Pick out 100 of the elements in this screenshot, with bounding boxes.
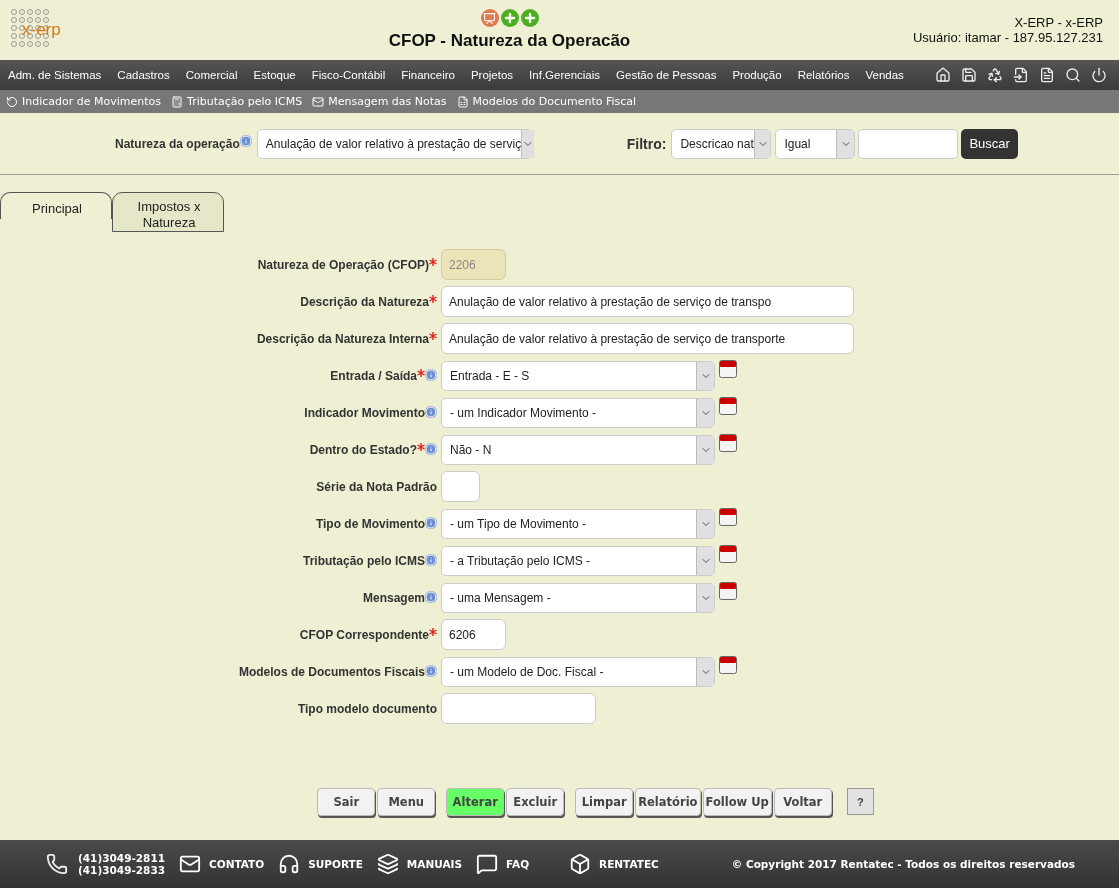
user-info: Usuário: itamar - 187.95.127.231 bbox=[912, 30, 1103, 45]
input-field[interactable]: 6206 bbox=[441, 619, 506, 650]
info-icon[interactable] bbox=[425, 442, 437, 455]
menu-item[interactable]: Inf.Gerenciais bbox=[529, 69, 609, 81]
calendar-icon[interactable] bbox=[719, 397, 737, 415]
system-name: X-ERP - x-ERP bbox=[1014, 15, 1103, 30]
input-field[interactable] bbox=[441, 471, 480, 502]
info-icon[interactable] bbox=[425, 516, 437, 529]
menu-item[interactable]: Vendas bbox=[865, 69, 912, 81]
menu-item[interactable]: Adm. de Sistemas bbox=[8, 69, 110, 81]
submenu-item[interactable]: Mensagem das Notas bbox=[312, 95, 447, 108]
action-button[interactable]: Menu bbox=[377, 788, 436, 816]
action-button[interactable]: Follow Up bbox=[702, 788, 772, 816]
envelope-icon bbox=[312, 95, 325, 108]
menu-item[interactable]: Financeiro bbox=[401, 69, 463, 81]
add-icon[interactable] bbox=[500, 9, 519, 27]
tab[interactable]: Principal bbox=[0, 192, 112, 219]
select-field[interactable]: - um Modelo de Doc. Fiscal - bbox=[441, 656, 715, 687]
help-button[interactable]: ? bbox=[846, 788, 874, 815]
recycle-icon[interactable] bbox=[987, 67, 1003, 83]
footer-link[interactable]: MANUAIS bbox=[376, 853, 463, 875]
submenu-item[interactable]: Indicador de Movimentos bbox=[6, 95, 162, 108]
add-icon[interactable] bbox=[520, 9, 539, 27]
operator-select[interactable]: Igual bbox=[775, 128, 856, 159]
select-field[interactable]: - a Tributação pelo ICMS - bbox=[441, 545, 715, 576]
home-icon[interactable] bbox=[935, 67, 951, 83]
info-icon[interactable] bbox=[425, 553, 437, 566]
presentation-icon[interactable] bbox=[480, 9, 499, 27]
action-button[interactable]: Voltar bbox=[773, 788, 832, 816]
menu-item[interactable]: Estoque bbox=[253, 69, 304, 81]
footer-link[interactable]: FAQ bbox=[476, 853, 530, 875]
select-field[interactable]: - uma Mensagem - bbox=[441, 582, 715, 613]
mail-icon bbox=[179, 853, 201, 875]
save-icon[interactable] bbox=[961, 67, 977, 83]
menu-item[interactable]: Relatórios bbox=[797, 69, 858, 81]
field-label: Descrição da Natureza bbox=[300, 294, 429, 309]
calendar-icon[interactable] bbox=[719, 582, 737, 600]
field-label: Tipo modelo documento bbox=[297, 701, 437, 716]
field-label: Modelos de Documentos Fiscais bbox=[238, 664, 425, 679]
search-button[interactable]: Buscar bbox=[961, 128, 1018, 159]
footer-link[interactable]: CONTATO bbox=[179, 853, 265, 875]
calendar-icon[interactable] bbox=[719, 360, 737, 378]
field-label: Natureza de Operação (CFOP) bbox=[257, 257, 429, 272]
calendar-icon[interactable] bbox=[719, 434, 737, 452]
select-field[interactable]: Entrada - E - S bbox=[441, 360, 715, 391]
menu-item[interactable]: Cadastros bbox=[117, 69, 178, 81]
select-field[interactable]: - um Indicador Movimento - bbox=[441, 397, 715, 428]
menu-item[interactable]: Comercial bbox=[185, 69, 246, 81]
submenu-item[interactable]: Tributação pelo ICMS bbox=[171, 95, 303, 108]
menu-item[interactable]: Projetos bbox=[470, 69, 522, 81]
calendar-icon[interactable] bbox=[719, 656, 737, 674]
field-label: Tipo de Movimento bbox=[315, 516, 425, 531]
document-icon bbox=[456, 95, 469, 108]
calendar-icon[interactable] bbox=[719, 545, 737, 563]
field-label: Tributação pelo ICMS bbox=[303, 553, 425, 568]
power-icon[interactable] bbox=[1091, 67, 1107, 83]
search-label: Natureza da operação bbox=[115, 136, 240, 151]
menu-item[interactable]: Fisco-Contábil bbox=[311, 69, 394, 81]
field-label: Descrição da Natureza Interna bbox=[256, 331, 429, 346]
phone-icon bbox=[46, 853, 68, 875]
action-button[interactable]: Limpar bbox=[575, 788, 634, 816]
filter-label: Filtro: bbox=[626, 135, 667, 152]
filter-field-select[interactable]: Descricao nat bbox=[671, 128, 772, 159]
calendar-icon[interactable] bbox=[719, 508, 737, 526]
info-icon[interactable] bbox=[425, 368, 437, 381]
action-button[interactable]: Sair bbox=[317, 788, 376, 816]
search-field[interactable] bbox=[858, 128, 959, 159]
action-button[interactable]: Excluir bbox=[506, 788, 565, 816]
field-label: Série da Nota Padrão bbox=[316, 479, 437, 494]
footer-link[interactable]: SUPORTE bbox=[278, 853, 363, 875]
headset-icon bbox=[278, 853, 301, 875]
info-icon[interactable] bbox=[239, 135, 252, 147]
cube-icon bbox=[569, 853, 592, 875]
select-field[interactable]: Não - N bbox=[441, 434, 715, 465]
cycle-icon bbox=[6, 95, 18, 108]
menu-item[interactable]: Gestão de Pessoas bbox=[616, 69, 725, 81]
input-field[interactable] bbox=[441, 693, 596, 724]
action-button[interactable]: Relatório bbox=[635, 788, 701, 816]
logo-text: x-erp bbox=[22, 20, 61, 40]
select-field[interactable]: - um Tipo de Movimento - bbox=[441, 508, 715, 539]
document-import-icon[interactable] bbox=[1013, 67, 1029, 83]
field-label: Indicador Movimento bbox=[304, 405, 425, 420]
document-icon[interactable] bbox=[1039, 67, 1055, 83]
field-label: CFOP Correspondente bbox=[299, 627, 429, 642]
submenu-item[interactable]: Modelos do Documento Fiscal bbox=[456, 95, 637, 108]
footer-link[interactable]: RENTATEC bbox=[569, 853, 659, 875]
natureza-select[interactable]: Anulação de valor relativo à prestação de serviç bbox=[256, 128, 532, 159]
field-label: Entrada / Saída bbox=[330, 368, 417, 383]
info-icon[interactable] bbox=[425, 405, 437, 418]
input-field[interactable]: Anulação de valor relativo à prestação de serviço de transporte bbox=[441, 323, 854, 354]
copyright: © Copyright 2017 Rentatec - Todos os direitos reservados bbox=[731, 858, 1076, 870]
info-icon[interactable] bbox=[425, 664, 437, 677]
field-label: Mensagem bbox=[362, 590, 425, 605]
input-field[interactable]: Anulação de valor relativo à prestação de serviço de transpo bbox=[441, 286, 854, 317]
info-icon[interactable] bbox=[425, 590, 437, 603]
action-button[interactable]: Alterar bbox=[446, 788, 505, 816]
field-label: Dentro do Estado? bbox=[309, 442, 417, 457]
tab[interactable]: Impostos x Natureza bbox=[112, 192, 224, 232]
search-icon[interactable] bbox=[1065, 67, 1081, 83]
menu-item[interactable]: Produção bbox=[732, 69, 790, 81]
